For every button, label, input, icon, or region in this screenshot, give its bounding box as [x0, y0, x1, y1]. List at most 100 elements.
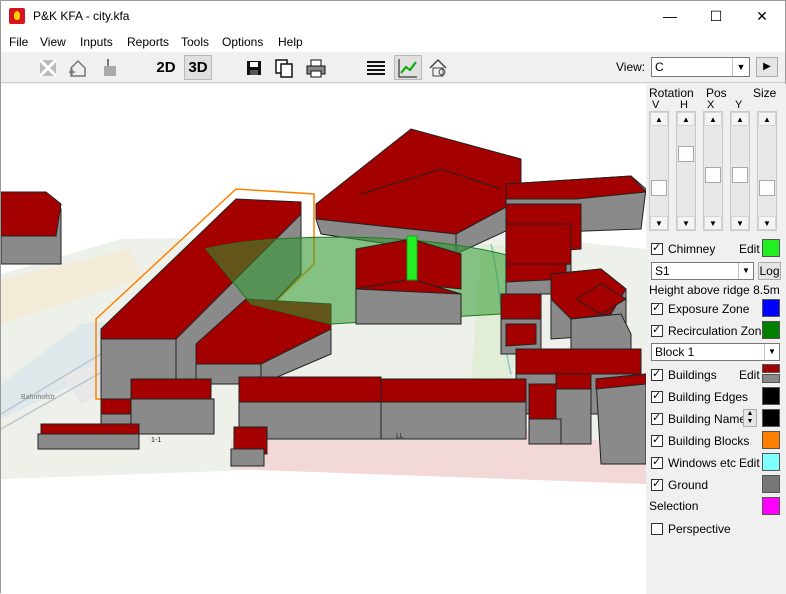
checkbox-ground[interactable] — [651, 477, 663, 491]
chimney-toggle[interactable]: Chimney — [651, 240, 715, 258]
selection-color-swatch[interactable] — [762, 497, 780, 515]
print-icon[interactable] — [303, 55, 329, 80]
view-select-value: C — [655, 60, 664, 74]
checkbox-recirculation-zone[interactable] — [651, 323, 663, 337]
chart-icon[interactable] — [394, 55, 422, 80]
list-icon[interactable] — [363, 55, 389, 80]
chimney-label: Chimney — [668, 242, 716, 256]
view-label: View: — [616, 60, 646, 74]
building-blocks-label: Building Blocks — [668, 434, 750, 448]
selection-label: Selection — [649, 499, 699, 513]
checkbox-buildings[interactable] — [651, 367, 663, 381]
checkbox-windows[interactable] — [651, 455, 663, 469]
menu-help[interactable]: Help — [278, 35, 303, 49]
chimney-color-swatch[interactable] — [762, 239, 780, 257]
block-select-value: Block 1 — [655, 345, 695, 359]
perspective-toggle[interactable]: Perspective — [651, 520, 731, 538]
building-names-color-swatch[interactable] — [762, 409, 780, 427]
source-select[interactable]: S1 ▼ — [651, 262, 754, 280]
buildings-wall-color-swatch[interactable] — [762, 374, 780, 383]
size-header: Size — [753, 86, 777, 100]
close-button[interactable]: ✕ — [739, 1, 785, 32]
slider-up-icon[interactable]: ▲ — [731, 112, 749, 126]
scene-3d-canvas[interactable]: Bahnhofstr. LL 1-1 — [1, 84, 646, 594]
slider-down-icon[interactable]: ▼ — [731, 216, 749, 230]
select-tool-icon[interactable] — [35, 55, 61, 80]
slider-down-icon[interactable]: ▼ — [677, 216, 695, 230]
checkbox-building-edges[interactable] — [651, 389, 663, 403]
pos-y-slider[interactable]: ▲ ▼ — [730, 111, 750, 231]
recirculation-zone-toggle[interactable]: Recirculation Zone — [651, 322, 768, 340]
checkbox-exposure-zone[interactable] — [651, 301, 663, 315]
chimney-edit-button[interactable]: Edit — [739, 242, 760, 256]
building-names-toggle[interactable]: Building Names — [651, 410, 752, 428]
building-settings-icon[interactable] — [425, 55, 451, 80]
edit-house-icon[interactable] — [97, 55, 123, 80]
windows-label: Windows etc — [668, 456, 737, 470]
checkbox-chimney[interactable] — [651, 241, 663, 255]
slider-up-icon[interactable]: ▲ — [650, 112, 668, 126]
window-title: P&K KFA - city.kfa — [33, 9, 130, 23]
slider-up-icon[interactable]: ▲ — [758, 112, 776, 126]
pos-header: Pos — [706, 86, 727, 100]
block-select[interactable]: Block 1 ▼ — [651, 343, 780, 361]
building-names-label: Building Names — [668, 412, 753, 426]
menu-options[interactable]: Options — [222, 35, 263, 49]
windows-toggle[interactable]: Windows etc — [651, 454, 736, 472]
building-blocks-color-swatch[interactable] — [762, 431, 780, 449]
recirculation-zone-label: Recirculation Zone — [668, 324, 769, 338]
save-icon[interactable] — [241, 55, 267, 80]
slider-thumb[interactable] — [759, 180, 775, 196]
source-select-value: S1 — [655, 264, 670, 278]
buildings-roof-color-swatch[interactable] — [762, 364, 780, 373]
buildings-toggle[interactable]: Buildings — [651, 366, 717, 384]
buildings-edit-button[interactable]: Edit — [739, 368, 760, 382]
checkbox-building-names[interactable] — [651, 411, 663, 425]
building-edges-toggle[interactable]: Building Edges — [651, 388, 748, 406]
slider-thumb[interactable] — [651, 180, 667, 196]
maximize-button[interactable]: ☐ — [693, 1, 739, 32]
menu-inputs[interactable]: Inputs — [80, 35, 113, 49]
windows-color-swatch[interactable] — [762, 453, 780, 471]
view-3d-button[interactable]: 3D — [184, 55, 212, 80]
menu-file[interactable]: File — [9, 35, 28, 49]
pos-x-slider[interactable]: ▲ ▼ — [703, 111, 723, 231]
rotation-v-slider[interactable]: ▲ ▼ — [649, 111, 669, 231]
chevron-down-icon: ▼ — [738, 263, 753, 279]
log-button[interactable]: Log — [758, 262, 781, 280]
menu-reports[interactable]: Reports — [127, 35, 169, 49]
menu-tools[interactable]: Tools — [181, 35, 209, 49]
view-select[interactable]: C ▼ — [651, 57, 750, 77]
add-house-icon[interactable] — [65, 55, 91, 80]
size-slider[interactable]: ▲ ▼ — [757, 111, 777, 231]
font-size-spinner[interactable]: ▲ ▼ — [743, 409, 757, 427]
slider-down-icon[interactable]: ▼ — [704, 216, 722, 230]
slider-down-icon[interactable]: ▼ — [758, 216, 776, 230]
minimize-button[interactable]: — — [647, 1, 693, 32]
slider-thumb[interactable] — [678, 146, 694, 162]
x-label: X — [707, 99, 715, 111]
ground-color-swatch[interactable] — [762, 475, 780, 493]
exposure-zone-color-swatch[interactable] — [762, 299, 780, 317]
menu-view[interactable]: View — [40, 35, 66, 49]
slider-up-icon[interactable]: ▲ — [677, 112, 695, 126]
view-2d-button[interactable]: 2D — [153, 55, 179, 80]
exposure-zone-toggle[interactable]: Exposure Zone — [651, 300, 749, 318]
ground-toggle[interactable]: Ground — [651, 476, 708, 494]
slider-thumb[interactable] — [705, 167, 721, 183]
checkbox-building-blocks[interactable] — [651, 433, 663, 447]
copy-icon[interactable] — [271, 55, 297, 80]
slider-up-icon[interactable]: ▲ — [704, 112, 722, 126]
height-above-ridge-text: Height above ridge 8.5m — [649, 283, 780, 297]
toolbar: 2D 3D View: C ▼ ▶ — [1, 52, 785, 83]
building-edges-color-swatch[interactable] — [762, 387, 780, 405]
windows-edit-button[interactable]: Edit — [739, 456, 760, 470]
building-blocks-toggle[interactable]: Building Blocks — [651, 432, 749, 450]
exposure-zone-label: Exposure Zone — [668, 302, 750, 316]
slider-thumb[interactable] — [732, 167, 748, 183]
rotation-h-slider[interactable]: ▲ ▼ — [676, 111, 696, 231]
slider-down-icon[interactable]: ▼ — [650, 216, 668, 230]
recirculation-zone-color-swatch[interactable] — [762, 321, 780, 339]
view-go-button[interactable]: ▶ — [756, 57, 778, 77]
checkbox-perspective[interactable] — [651, 523, 663, 535]
